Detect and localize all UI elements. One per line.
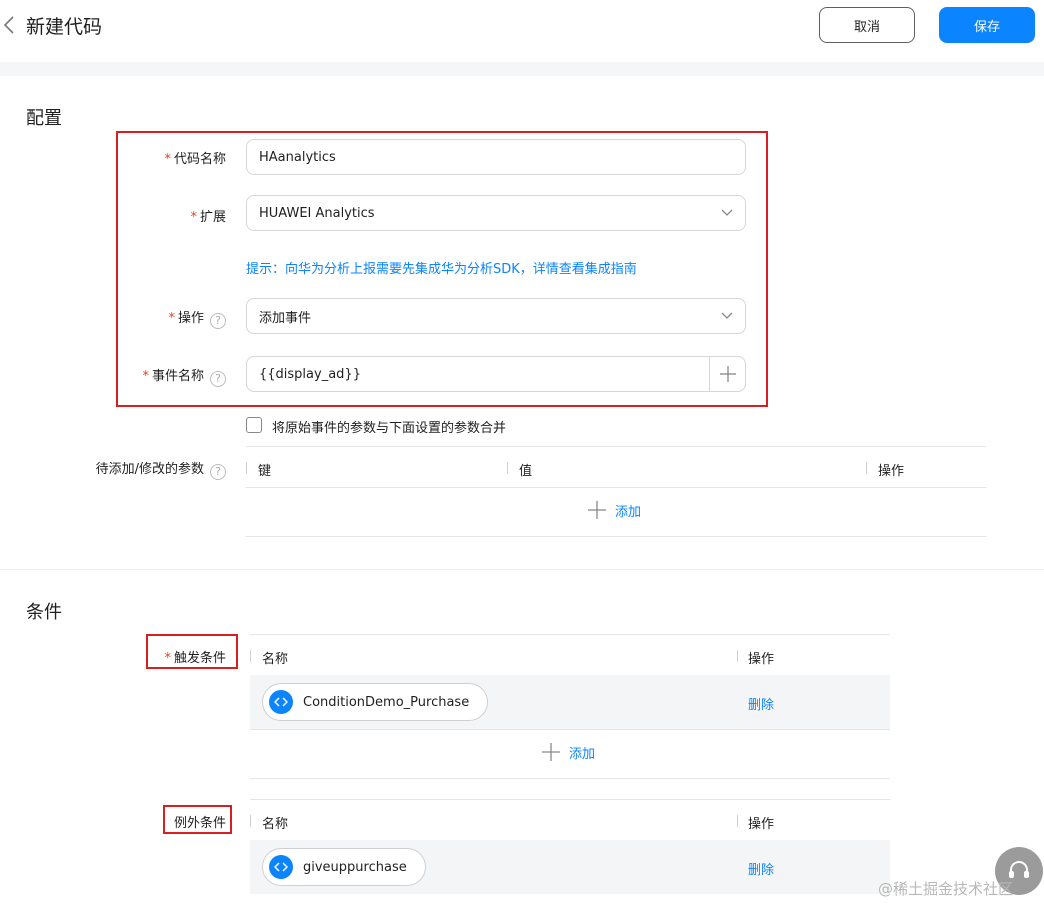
help-icon[interactable]: ? (210, 464, 226, 480)
plus-icon (588, 501, 606, 519)
divider (250, 634, 890, 635)
help-icon[interactable]: ? (210, 371, 226, 387)
page-title: 新建代码 (26, 16, 103, 38)
sdk-hint-text: 提示：向华为分析上报需要先集成华为分析SDK，详情查看集成指南 (246, 262, 637, 277)
divider (246, 536, 986, 537)
cancel-button[interactable]: 取消 (819, 7, 915, 43)
merge-params-checkbox[interactable] (246, 417, 262, 433)
back-chevron-icon[interactable] (2, 13, 16, 37)
conditions-section-title: 条件 (26, 602, 62, 623)
operation-select[interactable]: 添加事件 (246, 298, 746, 334)
column-separator (866, 462, 867, 474)
trigger-column-name: 名称 (262, 652, 289, 667)
column-separator (507, 462, 508, 474)
help-icon[interactable]: ? (210, 313, 226, 329)
exception-label: 例外条件 (173, 816, 226, 831)
column-separator (250, 815, 251, 827)
trigger-column-action: 操作 (748, 652, 775, 667)
divider (250, 778, 890, 779)
operation-label: * 操作? (168, 307, 226, 329)
header-divider (0, 62, 1044, 76)
divider (250, 799, 890, 800)
trigger-label: * 触发条件 (164, 651, 226, 666)
table-row: ConditionDemo_Purchase 删除 (250, 675, 890, 729)
params-column-value: 值 (519, 464, 533, 479)
column-separator (737, 815, 738, 827)
code-name-label: * 代码名称 (164, 152, 226, 167)
event-name-input[interactable]: {{display_ad}} (246, 356, 746, 392)
exception-column-action: 操作 (748, 817, 775, 832)
params-label: 待添加/修改的参数? (96, 458, 226, 480)
delete-link[interactable]: 删除 (748, 859, 774, 878)
table-row: giveuppurchase 删除 (250, 840, 890, 894)
event-name-label: * 事件名称? (142, 365, 226, 387)
extension-label: * 扩展 (190, 210, 226, 225)
column-separator (737, 650, 738, 662)
code-icon (269, 690, 293, 714)
watermark: @稀土掘金技术社区 (878, 880, 1014, 898)
condition-tag[interactable]: ConditionDemo_Purchase (262, 683, 489, 721)
column-separator (246, 462, 247, 474)
chevron-down-icon (721, 209, 733, 216)
divider (246, 446, 986, 447)
delete-link[interactable]: 删除 (748, 694, 774, 713)
plus-icon (542, 743, 560, 761)
config-section-title: 配置 (26, 108, 62, 129)
code-name-input[interactable]: HAanalytics (246, 139, 746, 175)
code-icon (269, 855, 293, 879)
divider (246, 487, 986, 488)
params-column-action: 操作 (878, 464, 905, 479)
section-divider (0, 569, 1044, 570)
params-column-key: 键 (258, 464, 272, 479)
exception-column-name: 名称 (262, 817, 289, 832)
merge-params-label: 将原始事件的参数与下面设置的参数合并 (272, 421, 507, 436)
chevron-down-icon (721, 312, 733, 319)
extension-select[interactable]: HUAWEI Analytics (246, 195, 746, 231)
insert-variable-button[interactable] (709, 357, 745, 391)
add-param-button[interactable]: 添加 (587, 500, 641, 520)
plus-icon (719, 366, 736, 382)
add-trigger-button[interactable]: 添加 (541, 742, 595, 762)
condition-tag[interactable]: giveuppurchase (262, 848, 426, 886)
save-button[interactable]: 保存 (939, 7, 1035, 43)
divider (250, 729, 890, 730)
column-separator (250, 650, 251, 662)
